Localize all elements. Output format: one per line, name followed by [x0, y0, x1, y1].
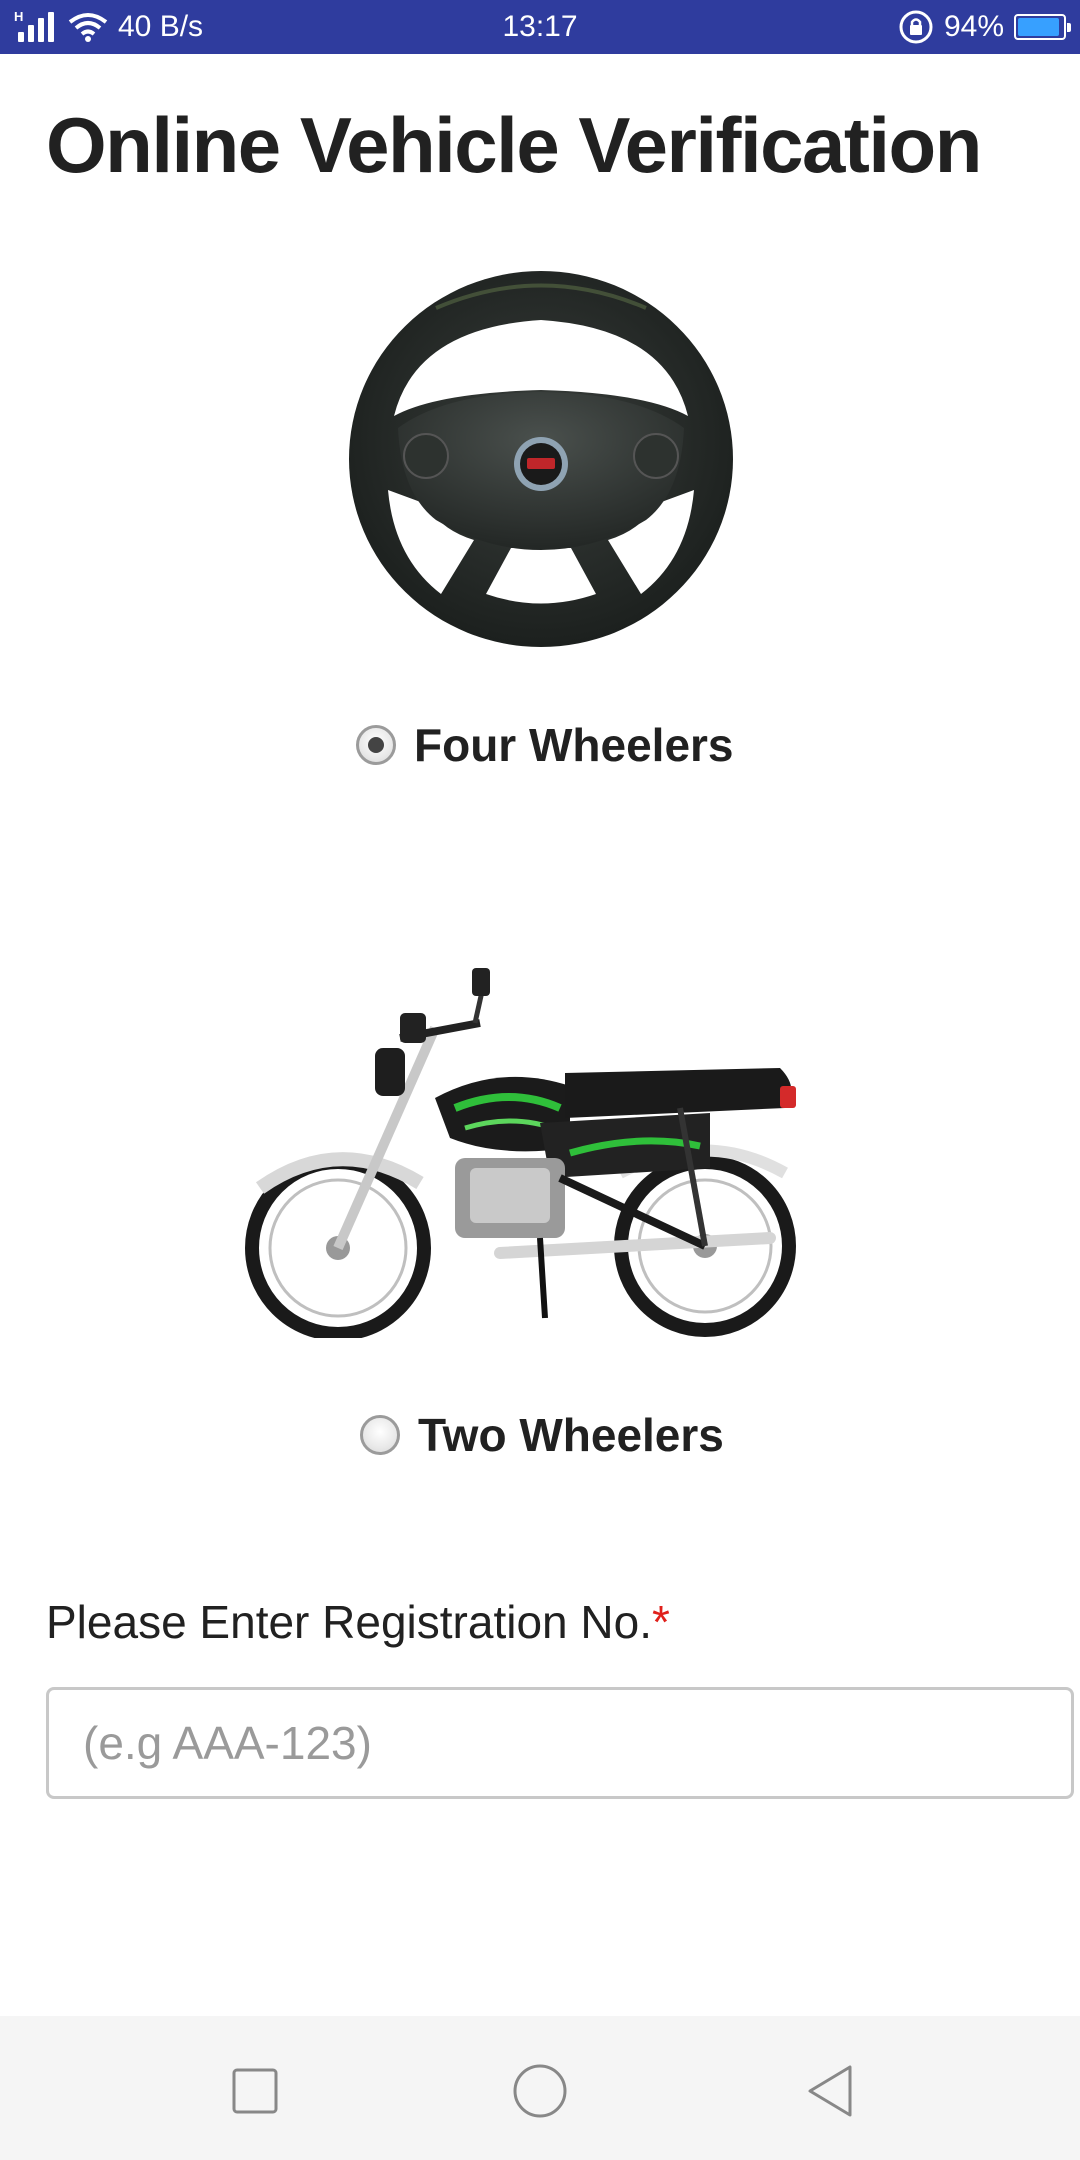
circle-icon	[513, 2064, 567, 2118]
page-title: Online Vehicle Verification	[46, 101, 982, 189]
recent-apps-button[interactable]	[215, 2051, 295, 2131]
registration-input[interactable]	[46, 1687, 1074, 1799]
two-wheelers-label: Two Wheelers	[418, 1409, 724, 1461]
back-triangle-icon	[808, 2065, 852, 2117]
steering-wheel-icon	[349, 271, 733, 647]
four-wheelers-option[interactable]: Four Wheelers	[356, 718, 734, 772]
rotation-lock-icon	[899, 10, 933, 44]
two-wheelers-option[interactable]: Two Wheelers	[360, 1408, 724, 1462]
battery-icon	[1014, 14, 1071, 40]
four-wheelers-radio[interactable]	[356, 725, 396, 765]
status-right: 94%	[898, 0, 1071, 54]
two-wheelers-radio[interactable]	[360, 1415, 400, 1455]
registration-label: Please Enter Registration No.*	[46, 1595, 670, 1649]
four-wheelers-label: Four Wheelers	[414, 719, 734, 771]
motorcycle-icon	[245, 968, 796, 1338]
back-button[interactable]	[790, 2051, 870, 2131]
status-bar: H 40 B/s 13:17 94%	[0, 0, 1080, 54]
battery-percent: 94%	[943, 10, 1004, 43]
navigation-bar	[0, 2016, 1080, 2160]
registration-label-text: Please Enter Registration No.	[46, 1596, 652, 1648]
home-button[interactable]	[500, 2051, 580, 2131]
required-mark: *	[651, 1596, 670, 1648]
square-icon	[232, 2068, 278, 2114]
